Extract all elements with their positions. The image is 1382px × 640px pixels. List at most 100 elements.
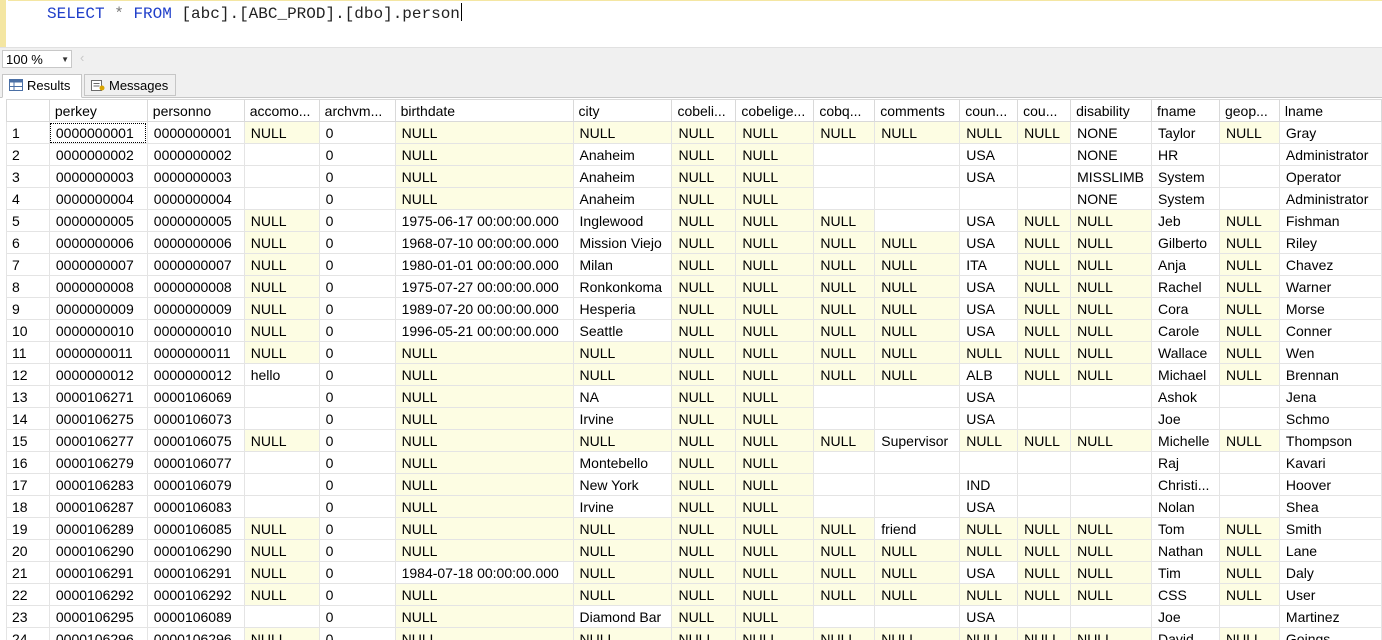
table-cell[interactable]: Wallace [1151,341,1220,364]
table-cell[interactable]: 0 [318,165,396,188]
table-cell[interactable]: NULL [813,231,876,254]
row-number[interactable]: 23 [6,605,50,628]
table-cell[interactable]: 1980-01-01 00:00:00.000 [394,253,574,276]
table-cell[interactable]: NULL [735,517,815,540]
column-header[interactable]: birthdate [394,99,574,122]
table-cell[interactable]: NULL [1218,627,1280,640]
table-cell[interactable]: Kavari [1278,451,1382,474]
table-cell[interactable] [874,473,961,496]
table-cell[interactable] [813,165,876,188]
table-cell[interactable]: NULL [813,319,876,342]
table-cell[interactable]: 0 [318,473,396,496]
table-cell[interactable]: 0 [318,495,396,518]
row-number[interactable]: 3 [6,165,50,188]
table-cell[interactable]: NULL [735,341,815,364]
table-cell[interactable]: NULL [959,517,1019,540]
table-cell[interactable]: 0000106083 [146,495,245,518]
table-cell[interactable]: Inglewood [572,209,673,232]
table-cell[interactable]: NULL [1017,429,1072,452]
table-cell[interactable]: 0000000006 [48,231,148,254]
row-number[interactable]: 6 [6,231,50,254]
table-cell[interactable]: Gray [1278,121,1382,144]
table-cell[interactable]: NULL [813,341,876,364]
table-cell[interactable]: NULL [394,517,574,540]
tab-messages[interactable]: Messages [84,74,176,96]
table-cell[interactable]: NULL [1218,209,1280,232]
table-cell[interactable]: NULL [671,143,737,166]
table-cell[interactable]: USA [959,143,1019,166]
table-cell[interactable]: 0000000010 [146,319,245,342]
table-cell[interactable]: 0000000003 [48,165,148,188]
table-cell[interactable]: NULL [813,561,876,584]
table-cell[interactable]: 1996-05-21 00:00:00.000 [394,319,574,342]
table-row[interactable]: 19 0000106289 0000106085 NULL 0 NULL NULL NULL N… [6,517,1382,540]
table-cell[interactable]: NULL [1218,363,1280,386]
table-cell[interactable]: NULL [874,627,961,640]
table-cell[interactable] [1070,451,1153,474]
table-cell[interactable]: NULL [959,627,1019,640]
column-header[interactable]: disability [1070,99,1153,122]
table-cell[interactable]: 0 [318,539,396,562]
table-cell[interactable]: 0000000012 [146,363,245,386]
table-cell[interactable]: NULL [243,209,320,232]
row-number[interactable]: 1 [6,121,50,144]
table-cell[interactable]: 0000000008 [146,275,245,298]
table-cell[interactable]: NULL [1070,275,1153,298]
row-number[interactable]: 13 [6,385,50,408]
table-cell[interactable] [1017,385,1072,408]
table-cell[interactable]: 0000000006 [146,231,245,254]
table-cell[interactable]: NULL [1017,539,1072,562]
table-cell[interactable]: Goings [1278,627,1382,640]
table-cell[interactable]: NULL [1070,253,1153,276]
table-cell[interactable]: NULL [1218,429,1280,452]
table-cell[interactable]: 0 [318,209,396,232]
row-number[interactable]: 22 [6,583,50,606]
table-cell[interactable]: USA [959,297,1019,320]
row-number[interactable]: 24 [6,627,50,640]
table-cell[interactable]: NULL [243,253,320,276]
table-cell[interactable] [1218,165,1280,188]
table-cell[interactable]: NULL [1017,341,1072,364]
table-cell[interactable]: NULL [874,539,961,562]
table-cell[interactable] [1017,451,1072,474]
table-cell[interactable]: 0000000002 [146,143,245,166]
table-cell[interactable]: NULL [735,627,815,640]
table-cell[interactable]: Taylor [1151,121,1220,144]
table-cell[interactable]: NULL [1070,231,1153,254]
table-cell[interactable]: NULL [735,583,815,606]
table-cell[interactable]: NULL [394,539,574,562]
table-cell[interactable]: NULL [874,561,961,584]
table-cell[interactable]: Joe [1151,605,1220,628]
table-cell[interactable]: Lane [1278,539,1382,562]
table-cell[interactable]: 0000106296 [146,627,245,640]
table-cell[interactable] [1017,605,1072,628]
table-cell[interactable]: NULL [394,187,574,210]
table-cell[interactable]: NULL [813,275,876,298]
table-cell[interactable]: 0 [318,407,396,430]
table-row[interactable]: 22 0000106292 0000106292 NULL 0 NULL NULL NULL N… [6,583,1382,606]
table-cell[interactable]: NULL [1218,231,1280,254]
table-cell[interactable]: 0 [318,517,396,540]
row-number[interactable]: 11 [6,341,50,364]
table-cell[interactable]: NULL [813,517,876,540]
table-cell[interactable]: USA [959,385,1019,408]
table-row[interactable]: 16 0000106279 0000106077 0 NULL Montebello NUL… [6,451,1382,474]
table-cell[interactable]: Seattle [572,319,673,342]
table-cell[interactable]: NULL [394,143,574,166]
row-number[interactable]: 16 [6,451,50,474]
table-cell[interactable] [243,495,320,518]
column-header[interactable]: cou... [1017,99,1072,122]
table-cell[interactable]: 0000000007 [48,253,148,276]
table-cell[interactable]: NULL [671,231,737,254]
table-cell[interactable]: 1984-07-18 00:00:00.000 [394,561,574,584]
table-cell[interactable]: 0 [318,121,396,144]
table-row[interactable]: 11 0000000011 0000000011 NULL 0 NULL NULL NULL N… [6,341,1382,364]
row-number[interactable]: 12 [6,363,50,386]
table-cell[interactable]: 0 [318,341,396,364]
row-number[interactable]: 2 [6,143,50,166]
table-cell[interactable] [874,495,961,518]
table-cell[interactable]: NULL [1218,583,1280,606]
table-cell[interactable]: Ashok [1151,385,1220,408]
table-cell[interactable]: NULL [394,429,574,452]
column-header[interactable]: coun... [959,99,1019,122]
